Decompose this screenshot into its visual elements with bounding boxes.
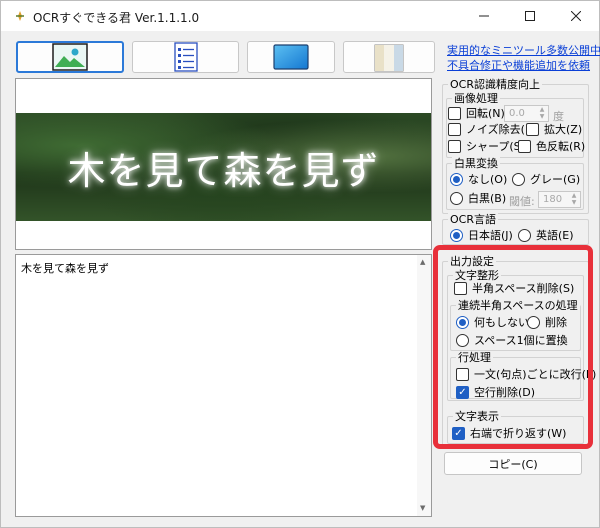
screen-capture-icon: [273, 44, 309, 70]
preview-image-text: 木を見て森を見ず: [67, 148, 380, 193]
rotate-checkbox[interactable]: 回転(N): [448, 107, 505, 120]
ocr-precision-title: OCR認識精度向上: [448, 78, 542, 91]
close-icon: [571, 11, 581, 21]
bw-none-radio[interactable]: なし(O): [450, 173, 507, 186]
rotate-label: 回転(N): [466, 107, 505, 120]
open-image-button[interactable]: [16, 41, 124, 73]
sharpen-label: シャープ(S): [466, 140, 525, 153]
rotate-unit: 度: [553, 110, 564, 123]
lang-japanese-radio-circle[interactable]: [450, 229, 463, 242]
window-capture-icon: [374, 44, 404, 72]
lang-japanese-radio[interactable]: 日本語(J): [450, 229, 513, 242]
minimize-icon: [479, 15, 489, 17]
screen-capture-button[interactable]: [247, 41, 335, 73]
spin-up-icon[interactable]: ▲: [569, 192, 579, 199]
minimize-button[interactable]: [461, 1, 507, 31]
app-window: OCRすぐできる君 Ver.1.1.1.0 実用的なミニツール多数公開中 不具合…: [0, 0, 600, 528]
denoise-checkbox-box[interactable]: [448, 123, 461, 136]
sharpen-checkbox[interactable]: シャープ(S): [448, 140, 525, 153]
sharpen-checkbox-box[interactable]: [448, 140, 461, 153]
threshold-spinner[interactable]: 180 ▲ ▼: [538, 191, 581, 208]
request-link[interactable]: 不具合修正や機能追加を依頼: [447, 57, 590, 73]
bw-bw-radio-circle[interactable]: [450, 192, 463, 205]
enlarge-label: 拡大(Z): [544, 123, 583, 136]
lang-english-label: 英語(E): [536, 229, 574, 242]
scroll-down-icon[interactable]: ▼: [420, 504, 425, 512]
rotate-value: 0.0: [509, 108, 525, 119]
bw-gray-radio-circle[interactable]: [512, 173, 525, 186]
scroll-up-icon[interactable]: ▲: [420, 258, 425, 266]
title-bar[interactable]: OCRすぐできる君 Ver.1.1.1.0: [1, 1, 599, 31]
close-button[interactable]: [553, 1, 599, 31]
threshold-label: 閾値:: [509, 195, 535, 208]
copy-button[interactable]: コピー(C): [444, 452, 582, 475]
lang-english-radio[interactable]: 英語(E): [518, 229, 574, 242]
spin-up-icon[interactable]: ▲: [537, 106, 547, 113]
bw-bw-label: 白黒(B): [468, 192, 507, 205]
window-title: OCRすぐできる君 Ver.1.1.1.0: [33, 11, 200, 25]
enlarge-checkbox[interactable]: 拡大(Z): [526, 123, 582, 136]
ocr-language-title: OCR言語: [448, 213, 498, 226]
spin-down-icon[interactable]: ▼: [537, 113, 547, 120]
lang-english-radio-circle[interactable]: [518, 229, 531, 242]
threshold-value: 180: [543, 194, 563, 205]
preview-image: 木を見て森を見ず: [16, 113, 431, 221]
bw-conversion-title: 白黒変換: [452, 157, 500, 170]
image-icon: [52, 43, 88, 71]
spin-down-icon[interactable]: ▼: [569, 199, 579, 206]
ocr-result-textarea[interactable]: 木を見て森を見ず ▲ ▼: [15, 254, 432, 517]
tools-link[interactable]: 実用的なミニツール多数公開中: [447, 42, 600, 58]
denoise-checkbox[interactable]: ノイズ除去(N): [448, 123, 537, 136]
bw-none-radio-circle[interactable]: [450, 173, 463, 186]
window-capture-button[interactable]: [343, 41, 435, 73]
invert-checkbox[interactable]: 色反転(R): [518, 140, 585, 153]
bw-bw-radio[interactable]: 白黒(B): [450, 192, 506, 205]
invert-checkbox-box[interactable]: [518, 140, 531, 153]
text-view-button[interactable]: [132, 41, 239, 73]
ocr-result-text[interactable]: 木を見て森を見ず: [21, 260, 109, 276]
bw-gray-radio[interactable]: グレー(G): [512, 173, 580, 186]
vertical-scrollbar[interactable]: ▲ ▼: [417, 255, 431, 516]
maximize-button[interactable]: [507, 1, 553, 31]
app-icon: [16, 11, 24, 21]
bw-none-label: なし(O): [468, 173, 508, 186]
text-list-icon: [173, 42, 198, 72]
enlarge-checkbox-box[interactable]: [526, 123, 539, 136]
image-processing-title: 画像処理: [452, 92, 500, 105]
invert-label: 色反転(R): [536, 140, 586, 153]
rotate-checkbox-box[interactable]: [448, 107, 461, 120]
highlight-frame: [433, 245, 593, 449]
bw-gray-label: グレー(G): [530, 173, 581, 186]
lang-japanese-label: 日本語(J): [468, 229, 513, 242]
image-preview: 木を見て森を見ず: [15, 78, 432, 250]
rotate-spinner[interactable]: 0.0 ▲ ▼: [504, 105, 549, 122]
maximize-icon: [525, 11, 535, 21]
